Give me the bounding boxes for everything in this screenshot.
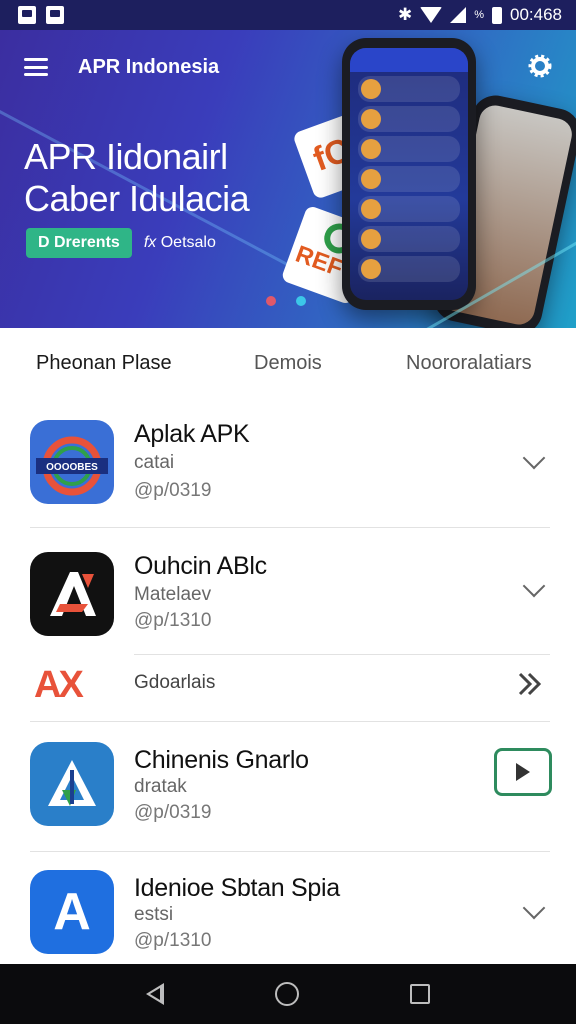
double-chevron-right-icon[interactable] [516,670,544,698]
recent-apps-icon[interactable] [410,984,431,1004]
system-nav-bar [0,964,576,1024]
item-meta: @p/1310 [134,930,212,951]
battery-percent: % [474,9,484,21]
home-icon[interactable] [274,982,299,1006]
item-meta: @p/0319 [134,802,212,823]
item-meta: @p/0319 [134,480,212,501]
hero-headline: APR Iidonairl Caber Idulacia [24,136,250,220]
gallery-notification-icon [18,6,36,24]
ax-logo-icon: AX [34,664,84,706]
svg-text:OOOOBES: OOOOBES [46,462,98,473]
fx-icon: fx [143,234,157,251]
list-item[interactable]: Ouhcin ABlc Matelaev @p/1310 [0,530,576,654]
item-title: Gdoarlais [134,672,216,693]
divider [134,654,550,655]
divider [30,527,550,528]
item-meta: @p/1310 [134,610,212,631]
hero-headline-line1: APR Iidonairl [24,136,228,177]
bluetooth-icon: ✱ [397,5,413,24]
carousel-dot[interactable] [266,296,276,306]
tab-pheonan-plase[interactable]: Pheonan Plase [36,352,172,375]
play-icon [516,763,530,781]
item-subtitle: dratak [134,776,187,797]
hero-secondary-link-label: Oetsalo [160,234,216,251]
list-item[interactable]: OOOOBES Aplak APK catai @p/0319 [0,400,576,528]
divider [30,851,550,852]
hero-secondary-link[interactable]: fx Oetsalo [144,234,216,252]
battery-icon [492,6,502,24]
item-subtitle: estsi [134,904,174,925]
hero-primary-button[interactable]: D Drerents [26,228,132,258]
a-logo-icon [30,552,114,636]
signal-icon [450,7,467,23]
status-bar: ✱ % 00:468 [0,0,576,30]
hero-actions: D Drerents fx Oetsalo [26,228,216,258]
status-clock: 00:468 [510,5,562,24]
app-notification-icon [46,6,64,24]
item-title: Idenioe Sbtan Spia [134,874,340,902]
chevron-down-icon[interactable] [522,446,546,470]
settings-icon[interactable] [528,54,552,78]
carousel-dot-active[interactable] [296,296,306,306]
hero-headline-line2: Caber Idulacia [24,178,250,219]
list-item[interactable]: A Idenioe Sbtan Spia estsi @p/1310 [0,854,576,964]
hero-banner: APR Indonesia APR Iidonairl Caber Idulac… [0,30,576,328]
back-icon[interactable] [145,983,164,1005]
a-arrow-icon [30,742,114,826]
phone-mockup-front [342,38,476,310]
app-logo-icon: OOOOBES [30,420,114,504]
wifi-icon [420,7,443,23]
item-subtitle: catai [134,452,175,473]
play-button[interactable] [494,748,552,796]
menu-icon[interactable] [24,58,48,76]
item-title: Ouhcin ABlc [134,552,267,580]
app-title: APR Indonesia [78,55,220,78]
tab-demois[interactable]: Demois [254,352,322,375]
tab-noororalatiars[interactable]: Noororalatiars [406,352,532,375]
a-letter-icon: A [30,870,114,954]
chevron-down-icon[interactable] [522,896,546,920]
item-subtitle: Matelaev [134,584,212,605]
divider [30,721,550,722]
item-title: Chinenis Gnarlo [134,746,309,774]
chevron-down-icon[interactable] [522,574,546,598]
tab-bar: Pheonan Plase Demois Noororalatiars [0,328,576,400]
list-item[interactable]: Chinenis Gnarlo dratak @p/0319 [0,724,576,852]
list-item[interactable]: AX Gdoarlais [0,654,576,722]
item-title: Aplak APK [134,420,250,448]
